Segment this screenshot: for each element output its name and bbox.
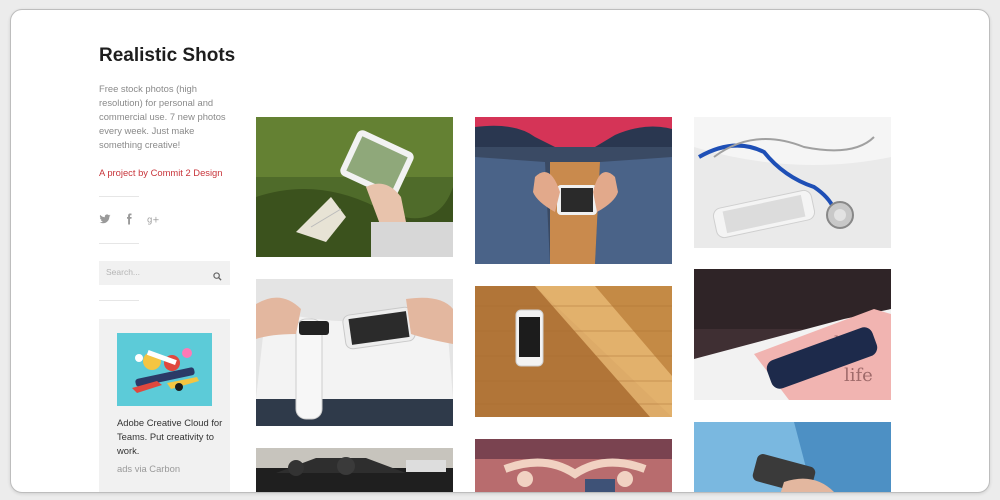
photo-hand-holding-phone[interactable] <box>694 422 891 492</box>
browser-frame: Realistic Shots Free stock photos (high … <box>10 9 990 493</box>
facebook-icon[interactable] <box>123 213 135 225</box>
ad-image[interactable] <box>117 333 212 406</box>
photo-phone-on-grass[interactable] <box>256 117 453 257</box>
carbon-ad: Adobe Creative Cloud for Teams. Put crea… <box>99 319 230 492</box>
ad-via[interactable]: ads via Carbon <box>117 463 180 474</box>
divider <box>99 243 139 244</box>
ad-text[interactable]: Adobe Creative Cloud for Teams. Put crea… <box>117 416 225 458</box>
photo-phone-on-book[interactable]: love life <box>694 269 891 400</box>
credit-link[interactable]: A project by Commit 2 Design <box>99 167 223 178</box>
photo-phone-on-wood[interactable] <box>475 286 672 417</box>
photo-stethoscope-and-phone[interactable] <box>694 117 891 248</box>
search-input[interactable] <box>99 261 206 283</box>
divider <box>99 196 139 197</box>
search-icon[interactable] <box>213 268 222 281</box>
svg-text:g+: g+ <box>147 216 160 226</box>
divider <box>99 300 139 301</box>
svg-text:life: life <box>844 365 873 386</box>
photo-phone-in-lap-jeans[interactable] <box>475 117 672 264</box>
search-box <box>99 261 230 285</box>
google-plus-icon[interactable]: g+ <box>147 213 161 226</box>
twitter-icon[interactable] <box>99 213 111 225</box>
site-description: Free stock photos (high resolution) for … <box>99 83 226 150</box>
photo-stretching-people[interactable] <box>475 439 672 492</box>
social-links: g+ <box>99 213 161 225</box>
site-title[interactable]: Realistic Shots <box>99 45 235 67</box>
photo-car-roof[interactable] <box>256 448 453 492</box>
photo-smartwatch-and-phone[interactable] <box>256 279 453 426</box>
